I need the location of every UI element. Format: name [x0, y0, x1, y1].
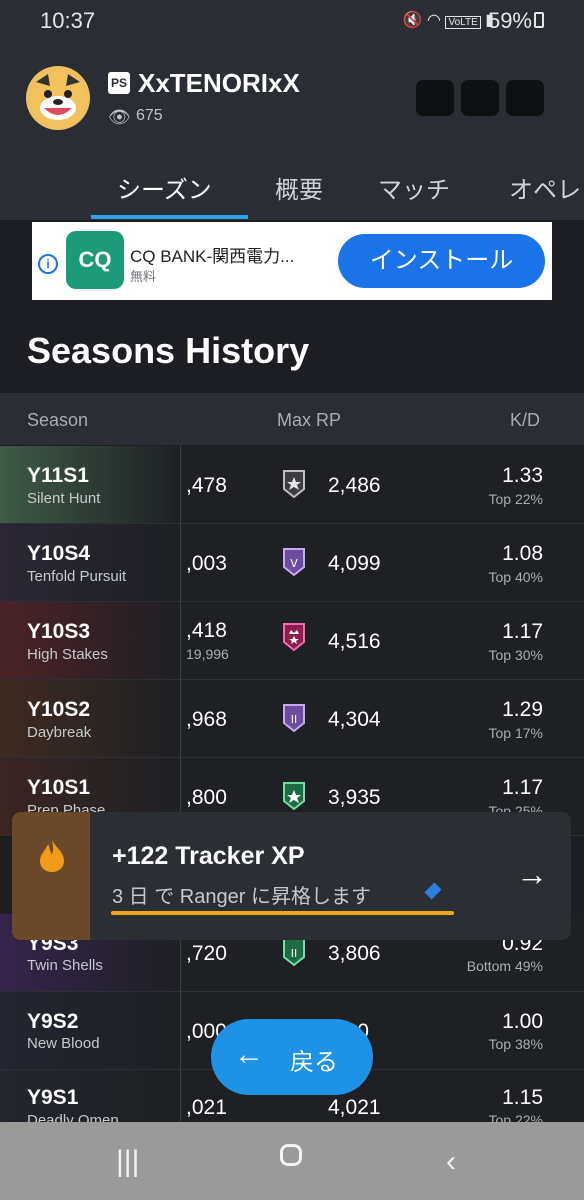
avatar	[26, 66, 90, 130]
back-button-label[interactable]: 戻る	[290, 1042, 338, 1077]
season-code: Y10S2	[27, 698, 91, 721]
season-mmr: ,418	[186, 619, 227, 642]
volte-label: VoLTE	[445, 16, 481, 29]
kd-value: 1.00	[502, 1010, 543, 1033]
tracker-xp-subtitle: 3 日 で Ranger に昇格します	[112, 886, 371, 908]
season-name: High Stakes	[27, 646, 108, 663]
tab-seasons[interactable]: シーズン	[117, 170, 212, 205]
season-name: Silent Hunt	[27, 490, 101, 507]
season-name: New Blood	[27, 1035, 100, 1052]
header-button-1[interactable]	[416, 80, 454, 116]
ad-logo: CQ	[66, 231, 124, 289]
tracker-xp-banner[interactable]	[12, 812, 571, 940]
season-code: Y10S1	[27, 776, 91, 799]
fire-icon	[40, 840, 64, 872]
kd-value: 1.33	[502, 464, 543, 487]
svg-text:V: V	[290, 557, 298, 570]
season-code: Y9S1	[27, 1086, 79, 1109]
season-mmr: ,021	[186, 1096, 227, 1119]
tab-operators[interactable]: オペレ	[509, 170, 581, 205]
tracker-xp-title: +122 Tracker XP	[112, 842, 305, 870]
max-rp: 4,304	[328, 708, 381, 731]
fire-panel	[12, 812, 90, 940]
kd-value: 1.15	[502, 1086, 543, 1109]
kd-value: 1.17	[502, 776, 543, 799]
tab-overview[interactable]: 概要	[275, 170, 323, 205]
kd-value: 1.29	[502, 698, 543, 721]
active-tab-indicator	[91, 215, 248, 219]
svg-text:II: II	[291, 713, 298, 726]
eye-icon: 👁	[108, 107, 131, 127]
ad-install-button[interactable]: インストール	[338, 234, 545, 288]
info-icon[interactable]: i	[38, 254, 58, 274]
battery-percentage: 59%	[487, 8, 532, 33]
max-rp: 3,935	[328, 786, 381, 809]
season-name: Twin Shells	[27, 957, 103, 974]
column-season[interactable]: Season	[27, 410, 88, 431]
kd-percentile: Top 22%	[488, 1112, 543, 1122]
rank-badge-icon	[283, 470, 305, 499]
battery-icon	[534, 12, 544, 28]
kd-percentile: Top 38%	[488, 1036, 543, 1052]
season-mmr: ,800	[186, 786, 227, 809]
rank-badge-icon	[283, 782, 305, 811]
kd-percentile: Top 22%	[488, 491, 543, 507]
section-title: Seasons History	[27, 330, 310, 371]
kd-percentile: Top 30%	[488, 647, 543, 663]
tab-matches[interactable]: マッチ	[378, 170, 450, 205]
season-code: Y9S2	[27, 1010, 79, 1033]
max-rp: 2,486	[328, 474, 381, 497]
season-name: Tenfold Pursuit	[27, 568, 127, 585]
season-mmr: ,720	[186, 942, 227, 965]
season-name: Deadly Omen	[27, 1112, 119, 1122]
max-rp: 3,806	[328, 942, 381, 965]
season-mmr-secondary: 19,996	[186, 646, 229, 662]
kd-value: 1.08	[502, 542, 543, 565]
season-name: Daybreak	[27, 724, 92, 741]
season-mmr: ,478	[186, 474, 227, 497]
max-rp: 4,516	[328, 630, 381, 653]
max-rp: 4,099	[328, 552, 381, 575]
kd-percentile: Top 17%	[488, 725, 543, 741]
season-code: Y10S3	[27, 620, 91, 643]
header-button-3[interactable]	[506, 80, 544, 116]
back-nav-icon[interactable]: ‹	[446, 1145, 456, 1179]
season-code: Y10S4	[27, 542, 91, 565]
column-max-rp[interactable]: Max RP	[277, 410, 341, 431]
rank-badge-icon: II	[283, 704, 305, 733]
home-icon[interactable]	[280, 1144, 302, 1166]
header-button-2[interactable]	[461, 80, 499, 116]
season-mmr: ,003	[186, 552, 227, 575]
playstation-icon: PS	[108, 72, 130, 94]
status-time: 10:37	[40, 8, 96, 33]
status-bar: 10:37 🔇 ◠ VoLTE ▮ 59%	[0, 0, 584, 40]
arrow-right-icon[interactable]: →	[516, 856, 548, 893]
username: XxTENORIxX	[138, 68, 300, 98]
season-mmr: ,968	[186, 708, 227, 731]
kd-value: 1.17	[502, 620, 543, 643]
rank-badge-icon: II	[283, 938, 305, 967]
kd-percentile: Bottom 49%	[466, 958, 543, 974]
column-divider	[180, 445, 181, 1125]
status-icons: 🔇 ◠ VoLTE ▮	[402, 12, 494, 29]
arrow-left-icon[interactable]: ←	[234, 1038, 264, 1072]
column-kd[interactable]: K/D	[510, 410, 540, 431]
rank-badge-icon: V	[283, 548, 305, 577]
ad-title: CQ BANK-関西電力...	[130, 247, 295, 266]
xp-progress-bar	[111, 911, 454, 915]
ad-subtitle: 無料	[130, 269, 157, 284]
season-code: Y11S1	[27, 464, 89, 487]
max-rp: 4,021	[328, 1096, 381, 1119]
rank-badge-icon	[283, 623, 305, 652]
kd-percentile: Top 40%	[488, 569, 543, 585]
recent-apps-icon[interactable]: |||	[116, 1145, 139, 1179]
svg-text:II: II	[291, 947, 298, 960]
view-count: 675	[136, 107, 163, 124]
